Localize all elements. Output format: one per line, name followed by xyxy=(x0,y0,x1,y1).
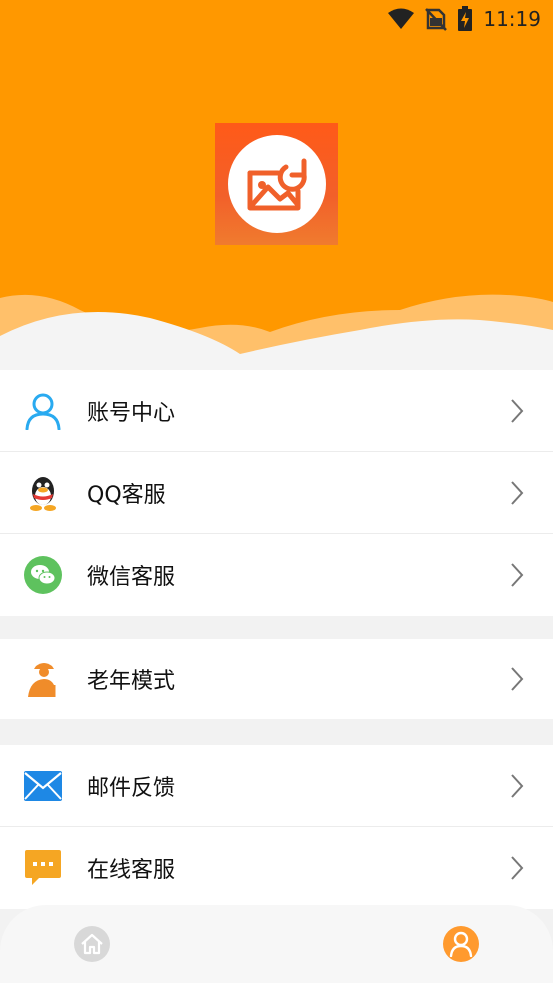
chevron-right-icon xyxy=(511,563,524,587)
wifi-icon xyxy=(388,8,415,29)
bottom-navigation xyxy=(0,905,553,983)
user-icon xyxy=(24,392,62,430)
menu-item-label: 在线客服 xyxy=(87,858,176,883)
nav-home-button[interactable] xyxy=(74,926,110,962)
wave-decoration xyxy=(0,294,553,370)
menu-item-label: 老年模式 xyxy=(87,669,176,694)
menu-item-email-feedback[interactable]: 邮件反馈 xyxy=(0,745,553,827)
chat-icon xyxy=(24,849,62,887)
menu-item-qq-service[interactable]: QQ客服 xyxy=(0,452,553,534)
menu-item-account-center[interactable]: 账号中心 xyxy=(0,370,553,452)
wechat-icon xyxy=(24,556,62,594)
menu-item-elder-mode[interactable]: 老年模式 xyxy=(0,639,553,719)
status-time: 11:19 xyxy=(483,7,541,31)
chevron-right-icon xyxy=(511,480,524,505)
app-logo xyxy=(215,123,338,245)
menu-item-label: 账号中心 xyxy=(87,400,176,426)
chevron-right-icon xyxy=(511,856,524,880)
no-sim-icon xyxy=(425,8,448,31)
mail-icon xyxy=(24,767,62,805)
status-bar: 11:19 xyxy=(0,0,553,38)
menu-group-account: 账号中心 QQ客服 微信客服 xyxy=(0,370,553,616)
menu-item-online-service[interactable]: 在线客服 xyxy=(0,827,553,909)
home-icon xyxy=(81,933,103,955)
elder-icon xyxy=(24,660,62,698)
chevron-right-icon xyxy=(511,398,524,423)
chevron-right-icon xyxy=(511,667,524,691)
menu-group-feedback: 邮件反馈 在线客服 xyxy=(0,745,553,909)
menu-item-label: QQ客服 xyxy=(87,482,166,508)
qq-icon xyxy=(24,474,62,512)
header-banner: 11:19 xyxy=(0,0,553,370)
chevron-right-icon xyxy=(511,773,524,798)
menu-item-wechat-service[interactable]: 微信客服 xyxy=(0,534,553,616)
nav-profile-button[interactable] xyxy=(443,926,479,962)
menu-item-label: 邮件反馈 xyxy=(87,775,176,801)
menu-item-label: 微信客服 xyxy=(87,565,176,590)
profile-icon xyxy=(449,931,473,957)
photo-restore-icon xyxy=(247,158,307,211)
menu-group-elder: 老年模式 xyxy=(0,639,553,719)
battery-charging-icon xyxy=(458,6,473,31)
